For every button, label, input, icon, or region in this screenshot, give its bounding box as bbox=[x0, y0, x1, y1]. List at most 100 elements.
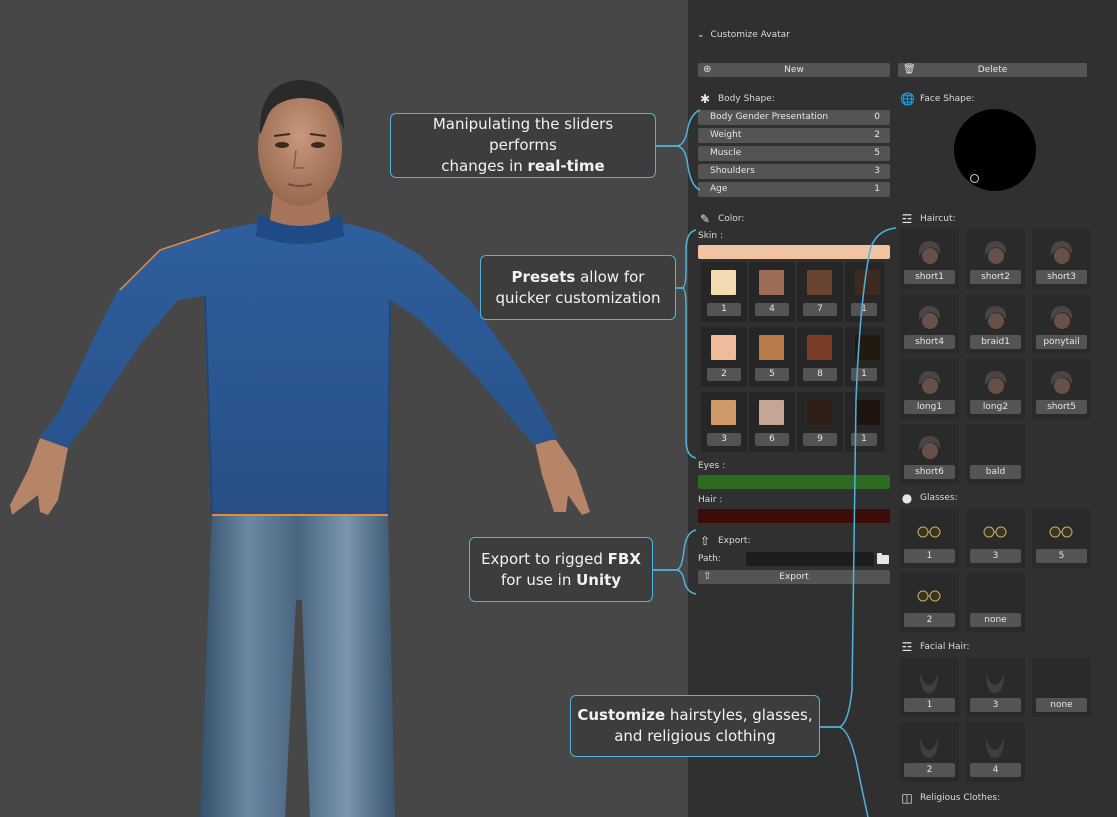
facial-hair-option-label: 4 bbox=[970, 763, 1021, 777]
skin-preset-tile[interactable]: 5 bbox=[749, 327, 795, 387]
skin-preset-tile[interactable]: 3 bbox=[701, 392, 747, 452]
glasses-option-label: none bbox=[970, 613, 1021, 627]
face-shape-label: 🌐 Face Shape: bbox=[900, 92, 974, 106]
glasses-option-label: 1 bbox=[904, 549, 955, 563]
slider-age[interactable]: Age 1 bbox=[698, 182, 890, 197]
skin-preset-tile[interactable]: 2 bbox=[701, 327, 747, 387]
skin-label: Skin : bbox=[698, 231, 724, 241]
glasses-label: ● Glasses: bbox=[900, 491, 958, 505]
slider-weight[interactable]: Weight 2 bbox=[698, 128, 890, 143]
eyedropper-icon: ✎ bbox=[699, 212, 711, 226]
face-shape-picker[interactable] bbox=[954, 109, 1036, 191]
path-input[interactable] bbox=[746, 552, 874, 566]
haircut-option[interactable]: short2 bbox=[966, 229, 1025, 289]
customize-avatar-header[interactable]: ⌄ Customize Avatar bbox=[697, 30, 790, 40]
eyes-label: Eyes : bbox=[698, 461, 726, 471]
skin-preset-tile[interactable]: 9 bbox=[797, 392, 843, 452]
beard-thumbnail bbox=[980, 730, 1010, 760]
skin-preset-number: 1 bbox=[851, 433, 877, 446]
eyes-color-field[interactable] bbox=[698, 475, 890, 489]
comb-icon: ☲ bbox=[901, 212, 913, 226]
export-button[interactable]: ⇧ Export bbox=[698, 570, 890, 584]
new-button-label: New bbox=[784, 65, 804, 75]
haircut-option[interactable]: short3 bbox=[1032, 229, 1091, 289]
haircut-option[interactable]: ponytail bbox=[1032, 294, 1091, 354]
haircut-thumbnail bbox=[980, 237, 1010, 267]
glasses-thumbnail bbox=[914, 581, 944, 611]
facial-hair-option[interactable]: 1 bbox=[900, 657, 959, 717]
skin-preset-number: 9 bbox=[803, 433, 837, 446]
skin-preset-tile[interactable]: 6 bbox=[749, 392, 795, 452]
body-figure-icon: ✱ bbox=[699, 92, 711, 106]
glasses-option[interactable]: 2 bbox=[900, 573, 959, 632]
haircut-option[interactable]: long1 bbox=[900, 359, 959, 419]
callout-presets-line2: quicker customization bbox=[495, 288, 661, 307]
export-label: ⇧ Export: bbox=[698, 534, 751, 548]
glasses-option[interactable]: 5 bbox=[1032, 509, 1091, 568]
haircut-option[interactable]: short5 bbox=[1032, 359, 1091, 419]
skin-color-chip bbox=[855, 400, 880, 425]
skin-color-chip bbox=[759, 270, 784, 295]
skin-preset-number: 4 bbox=[755, 303, 789, 316]
callout-presets-line1: allow for bbox=[575, 267, 645, 286]
skin-preset-tile[interactable]: 4 bbox=[749, 262, 795, 322]
skin-preset-tile[interactable]: 1 bbox=[845, 392, 885, 452]
callout-export-line1: Export to rigged bbox=[481, 549, 608, 568]
face-shape-cursor[interactable] bbox=[970, 174, 979, 183]
slider-muscle[interactable]: Muscle 5 bbox=[698, 146, 890, 161]
haircut-option[interactable]: short4 bbox=[900, 294, 959, 354]
new-button[interactable]: ⊕ New bbox=[698, 63, 890, 77]
face-shape-text: Face Shape: bbox=[920, 94, 975, 104]
facial-hair-option[interactable]: none bbox=[1032, 657, 1091, 717]
haircut-option-label: braid1 bbox=[970, 335, 1021, 349]
haircut-thumbnail bbox=[914, 432, 944, 462]
religious-clothes-label: ◫ Religious Clothes: bbox=[900, 791, 1000, 805]
facial-hair-option[interactable]: 4 bbox=[966, 722, 1025, 782]
haircut-text: Haircut: bbox=[920, 214, 956, 224]
skin-color-field[interactable] bbox=[698, 245, 890, 259]
glasses-option[interactable]: 1 bbox=[900, 509, 959, 568]
haircut-option[interactable]: short6 bbox=[900, 424, 959, 484]
callout-customize-bold: Customize bbox=[577, 706, 666, 724]
skin-preset-number: 1 bbox=[707, 303, 741, 316]
export-text: Export: bbox=[718, 536, 751, 546]
delete-button-label: Delete bbox=[977, 65, 1008, 75]
skin-preset-number: 8 bbox=[803, 368, 837, 381]
skin-preset-tile[interactable]: 7 bbox=[797, 262, 843, 322]
skin-preset-tile[interactable]: 1 bbox=[845, 262, 885, 322]
callout-sliders-bold: real-time bbox=[527, 157, 605, 175]
glasses-option[interactable]: none bbox=[966, 573, 1025, 632]
religious-clothes-text: Religious Clothes: bbox=[920, 793, 1001, 803]
skin-preset-number: 5 bbox=[755, 368, 789, 381]
facial-hair-option[interactable]: 2 bbox=[900, 722, 959, 782]
glasses-option-label: 3 bbox=[970, 549, 1021, 563]
delete-button[interactable]: 🗑 Delete bbox=[898, 63, 1087, 77]
callout-export-fbx: FBX bbox=[607, 549, 641, 568]
callout-customize-line1: hairstyles, glasses, bbox=[665, 706, 813, 724]
haircut-option[interactable]: short1 bbox=[900, 229, 959, 289]
hair-color-field[interactable] bbox=[698, 509, 890, 523]
facial-hair-text: Facial Hair: bbox=[920, 642, 970, 652]
skin-color-chip bbox=[759, 400, 784, 425]
skin-color-chip bbox=[855, 270, 880, 295]
glasses-option[interactable]: 3 bbox=[966, 509, 1025, 568]
facial-hair-option[interactable]: 3 bbox=[966, 657, 1025, 717]
customize-avatar-title: Customize Avatar bbox=[710, 30, 790, 40]
glasses-thumbnail bbox=[980, 517, 1010, 547]
skin-color-chip bbox=[711, 270, 736, 295]
haircut-thumbnail bbox=[1046, 302, 1076, 332]
haircut-option[interactable]: bald bbox=[966, 424, 1025, 484]
beard-thumbnail bbox=[980, 665, 1010, 695]
slider-shoulders[interactable]: Shoulders 3 bbox=[698, 164, 890, 179]
folder-icon[interactable] bbox=[876, 552, 890, 566]
haircut-option[interactable]: braid1 bbox=[966, 294, 1025, 354]
skin-preset-tile[interactable]: 1 bbox=[701, 262, 747, 322]
slider-body-gender[interactable]: Body Gender Presentation 0 bbox=[698, 110, 890, 125]
haircut-thumbnail bbox=[914, 237, 944, 267]
skin-color-chip bbox=[711, 400, 736, 425]
skin-preset-tile[interactable]: 8 bbox=[797, 327, 843, 387]
slider-value: 2 bbox=[874, 130, 880, 140]
haircut-option[interactable]: long2 bbox=[966, 359, 1025, 419]
skin-preset-tile[interactable]: 1 bbox=[845, 327, 885, 387]
haircut-option-label: short2 bbox=[970, 270, 1021, 284]
